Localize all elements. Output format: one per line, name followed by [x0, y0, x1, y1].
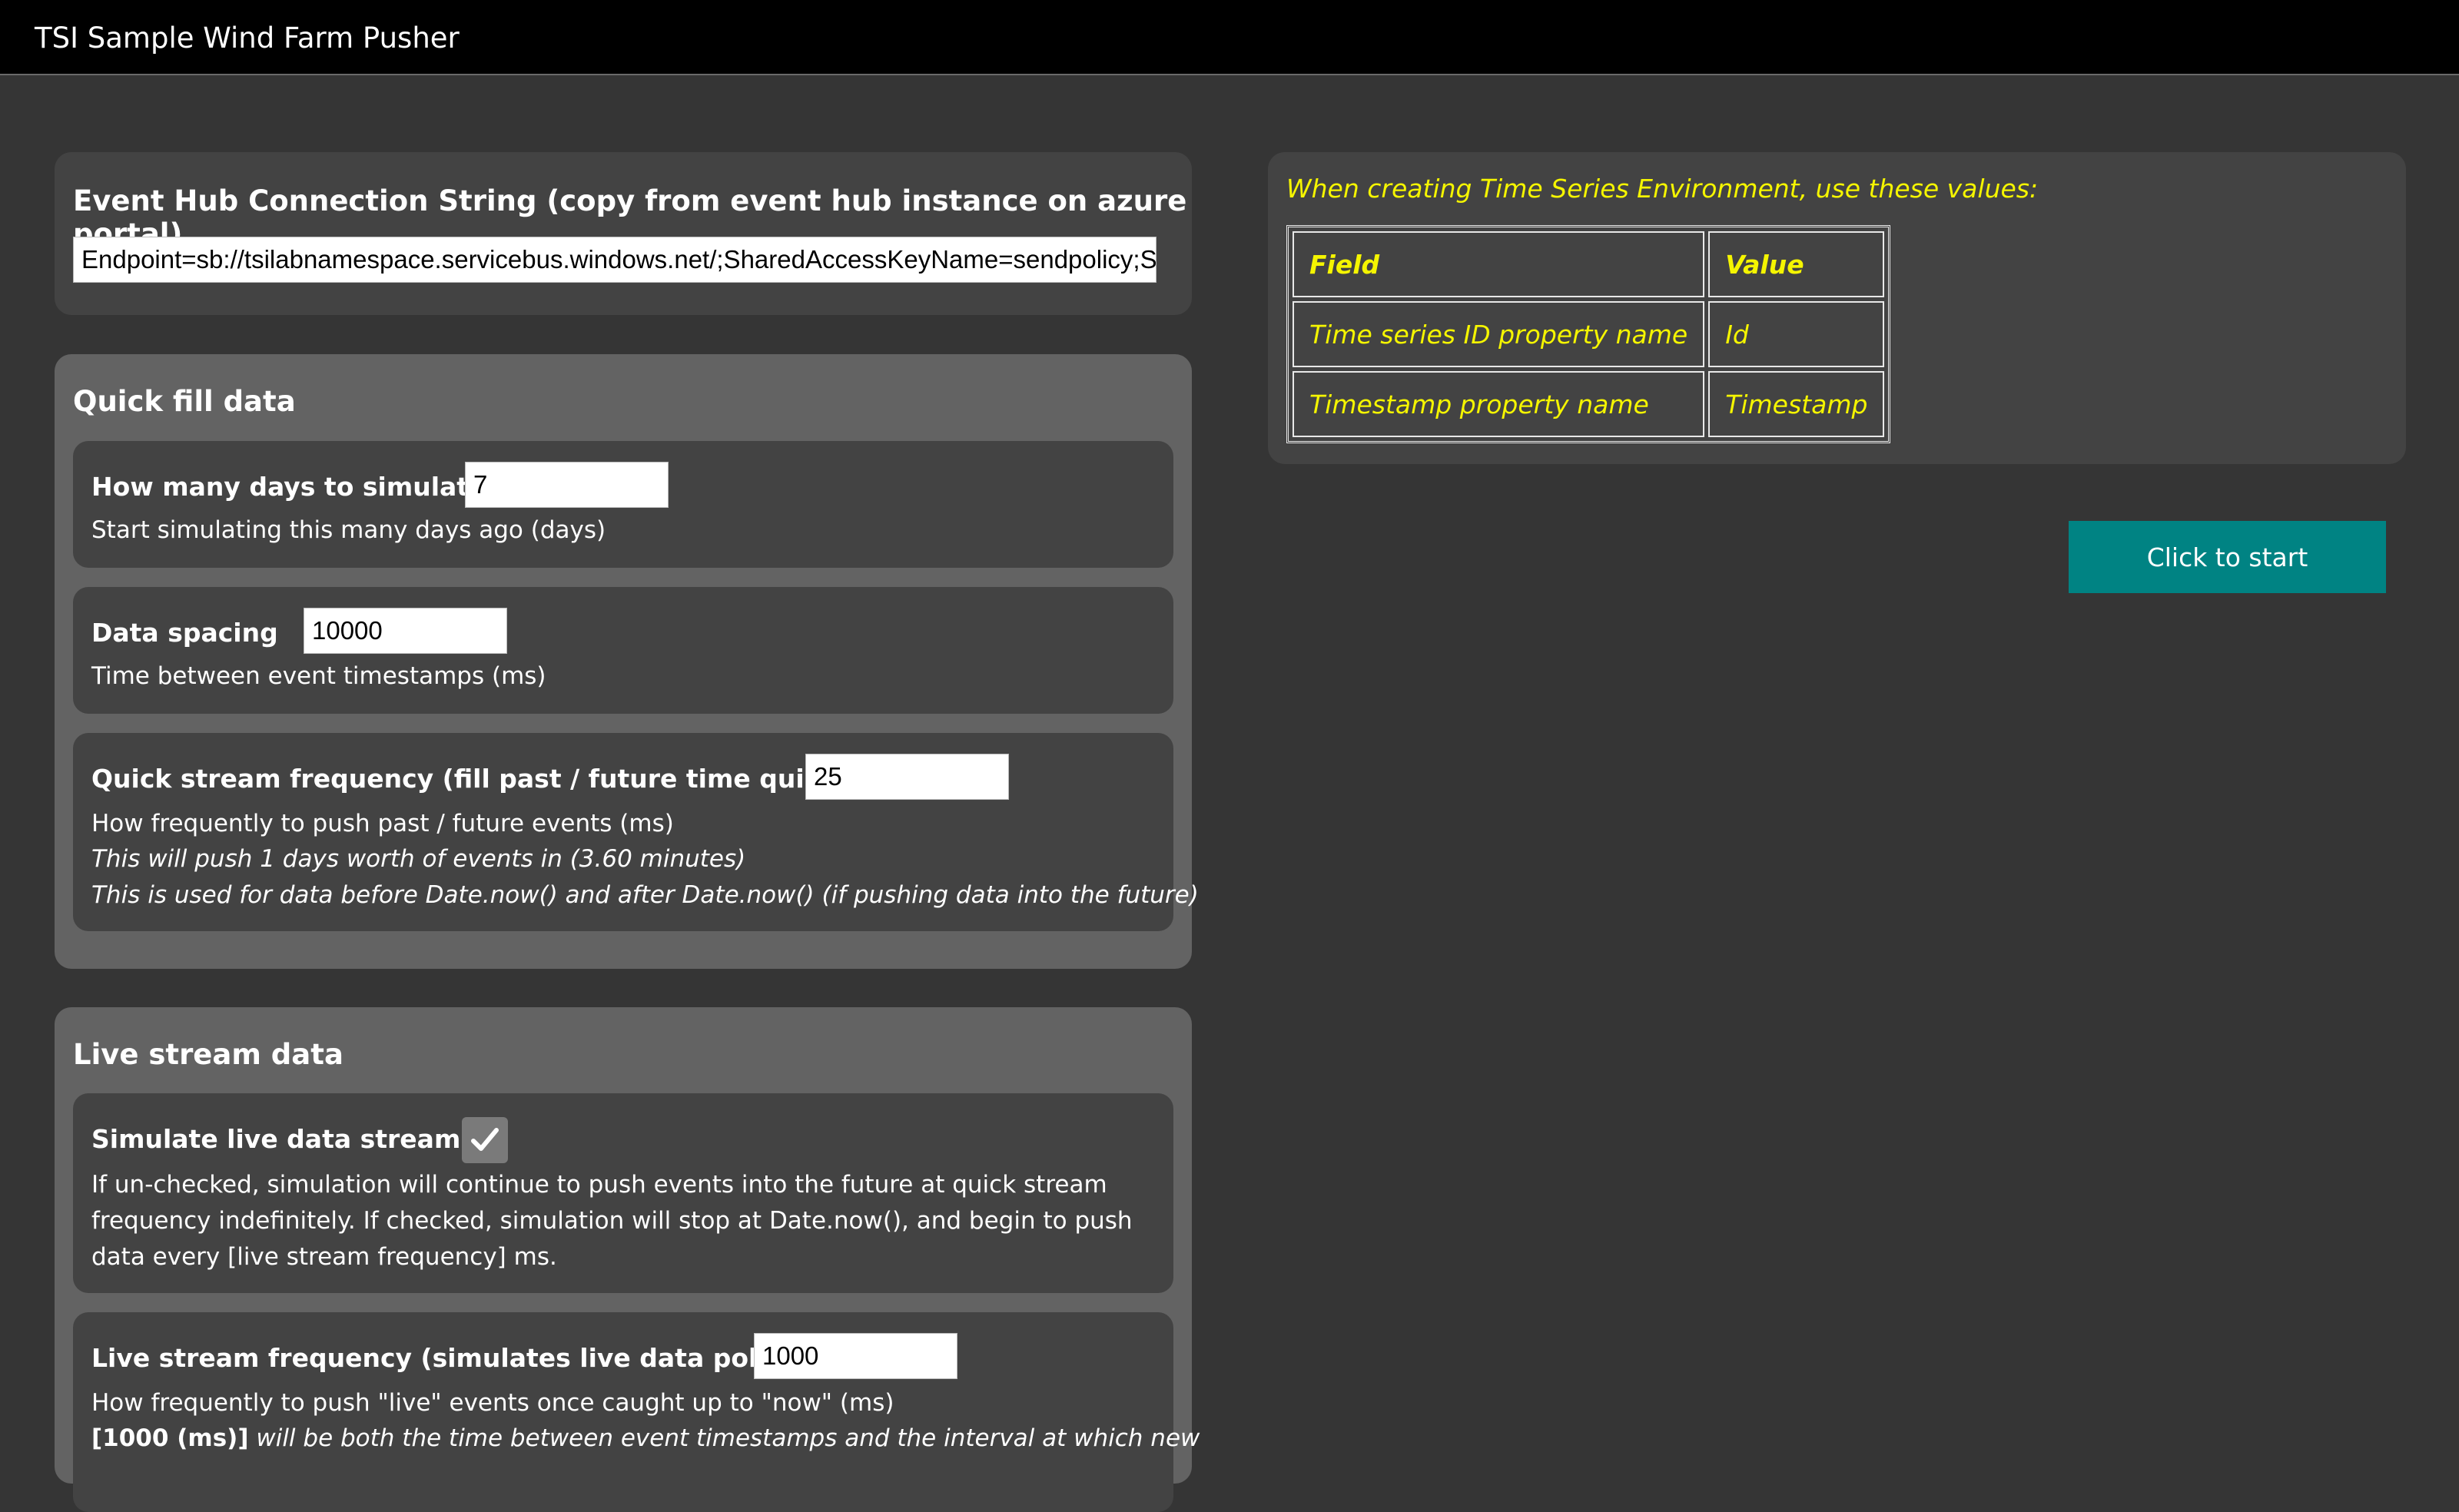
simulate-live-checkbox[interactable]: [462, 1117, 508, 1163]
table-row: Timestamp property name Timestamp: [1293, 371, 1885, 437]
connection-string-input[interactable]: Endpoint=sb://tsilabnamespace.servicebus…: [73, 237, 1156, 283]
quick-frequency-note-2: This is used for data before Date.now() …: [91, 881, 1199, 909]
tsi-hint: When creating Time Series Environment, u…: [1286, 174, 2039, 204]
live-frequency-note: [1000 (ms)] will be both the time betwee…: [91, 1424, 1200, 1452]
table-cell-value: Id: [1708, 301, 1885, 367]
table-header-value: Value: [1708, 231, 1885, 297]
live-frequency-label: Live stream frequency (simulates live da…: [91, 1343, 823, 1373]
tsi-values-table: Field Value Time series ID property name…: [1286, 225, 1891, 443]
live-frequency-note-text: will be both the time between event time…: [248, 1424, 1200, 1452]
days-label: How many days to simulate: [91, 472, 486, 502]
days-setting: How many days to simulate 7 Start simula…: [73, 441, 1173, 568]
table-header-field: Field: [1293, 231, 1705, 297]
quick-fill-heading: Quick fill data: [73, 385, 296, 418]
live-stream-panel: Live stream data Simulate live data stre…: [55, 1007, 1200, 1512]
quick-fill-panel: Quick fill data How many days to simulat…: [55, 354, 1199, 969]
simulate-live-setting: Simulate live data stream? If un-checked…: [73, 1093, 1173, 1293]
live-frequency-setting: Live stream frequency (simulates live da…: [73, 1312, 1200, 1512]
live-frequency-description: How frequently to push "live" events onc…: [91, 1389, 894, 1417]
table-cell-field: Time series ID property name: [1293, 301, 1705, 367]
checkmark-icon: [471, 1128, 499, 1151]
days-input[interactable]: 7: [465, 462, 669, 508]
live-stream-heading: Live stream data: [73, 1038, 343, 1071]
simulate-live-label: Simulate live data stream?: [91, 1124, 476, 1154]
spacing-setting: Data spacing 10000 Time between event ti…: [73, 587, 1173, 714]
quick-frequency-description: How frequently to push past / future eve…: [91, 810, 674, 837]
table-row: Time series ID property name Id: [1293, 301, 1885, 367]
quick-frequency-setting: Quick stream frequency (fill past / futu…: [73, 733, 1199, 931]
title-bar: TSI Sample Wind Farm Pusher: [0, 0, 2459, 75]
days-description: Start simulating this many days ago (day…: [91, 516, 606, 544]
start-button[interactable]: Click to start: [2069, 521, 2386, 593]
tsi-info-panel: When creating Time Series Environment, u…: [1268, 152, 2406, 464]
quick-frequency-label: Quick stream frequency (fill past / futu…: [91, 764, 874, 794]
table-header-row: Field Value: [1293, 231, 1885, 297]
quick-frequency-input[interactable]: 25: [805, 754, 1009, 800]
table-cell-value: Timestamp: [1708, 371, 1885, 437]
live-frequency-input[interactable]: 1000: [754, 1333, 957, 1379]
spacing-description: Time between event timestamps (ms): [91, 662, 546, 690]
simulate-live-description: If un-checked, simulation will continue …: [91, 1171, 1133, 1271]
connection-panel: Event Hub Connection String (copy from e…: [55, 152, 1192, 315]
spacing-label: Data spacing: [91, 618, 278, 648]
app-title: TSI Sample Wind Farm Pusher: [35, 22, 460, 55]
spacing-input[interactable]: 10000: [304, 608, 507, 654]
live-frequency-note-value: [1000 (ms)]: [91, 1424, 249, 1452]
quick-frequency-note-1: This will push 1 days worth of events in…: [91, 845, 746, 873]
table-cell-field: Timestamp property name: [1293, 371, 1705, 437]
